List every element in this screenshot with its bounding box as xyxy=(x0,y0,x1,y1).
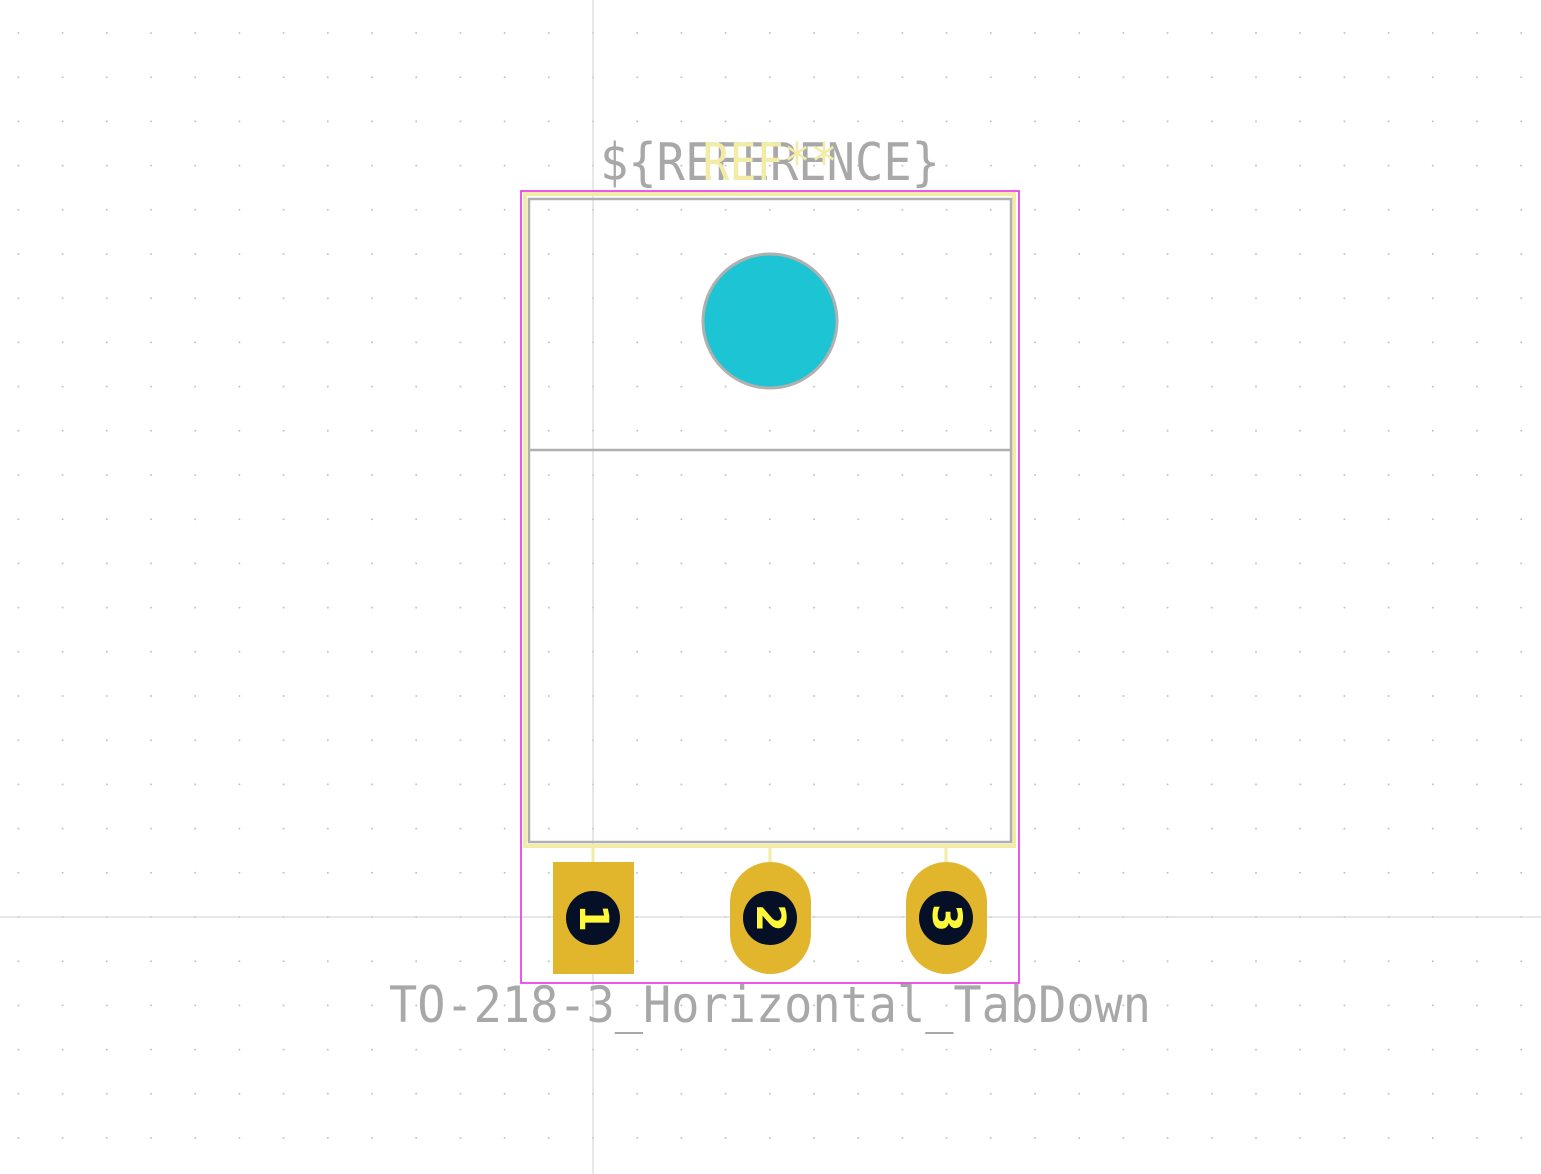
footprint-canvas[interactable]: 1 2 3 ${REFERENCE} REF** TO-218-3_Horizo… xyxy=(0,0,1541,1174)
reference-designator-overlay[interactable]: REF** xyxy=(703,133,838,193)
pad-2[interactable]: 2 xyxy=(730,862,811,974)
footprint-value-field[interactable]: TO-218-3_Horizontal_TabDown xyxy=(389,976,1151,1034)
pad-3-number: 3 xyxy=(923,904,969,932)
pad-3[interactable]: 3 xyxy=(906,862,987,974)
pad-2-number: 2 xyxy=(747,904,793,932)
pad-1[interactable]: 1 xyxy=(553,862,634,974)
pad-1-number: 1 xyxy=(570,904,616,932)
mounting-hole xyxy=(701,252,839,390)
